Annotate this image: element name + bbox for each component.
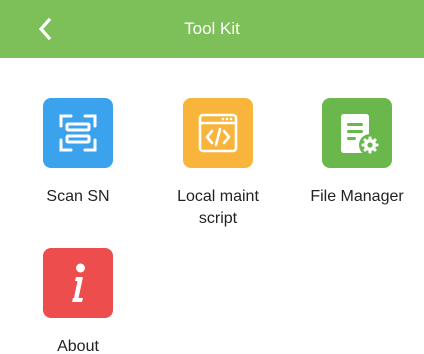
file-manager-tile[interactable]: File Manager [287,98,424,208]
file-manager-label: File Manager [310,188,404,205]
about-tile[interactable]: About [8,248,148,354]
file-settings-icon [322,98,392,168]
code-file-icon [183,98,253,168]
scan-sn-label: Scan SN [46,188,110,205]
scan-sn-tile[interactable]: Scan SN [8,98,148,208]
local-maint-script-tile[interactable]: Local maint script [148,98,288,230]
header-bar: Tool Kit [0,0,424,58]
page-title: Tool Kit [184,19,240,38]
scan-icon [43,98,113,168]
info-icon [43,248,113,318]
about-label: About [57,338,99,354]
local-maint-script-label: Local maint script [177,188,259,227]
toolkit-screen: Tool Kit Scan SN Local maint script File… [0,0,424,354]
